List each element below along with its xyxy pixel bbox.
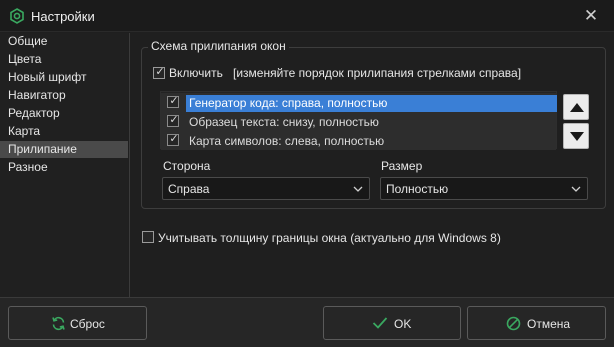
sidebar-item-editor[interactable]: Редактор — [0, 105, 128, 122]
chevron-down-icon — [571, 186, 581, 192]
sidebar-item-navigator[interactable]: Навигатор — [0, 87, 128, 104]
sidebar-item-map[interactable]: Карта — [0, 123, 128, 140]
docking-order-list[interactable]: ✓ Генератор кода: справа, полностью ✓ Об… — [160, 91, 557, 150]
sidebar-item-docking[interactable]: Прилипание — [0, 141, 128, 158]
border-thickness-label[interactable]: Учитывать толщину границы окна (актуальн… — [158, 231, 501, 245]
docking-scheme-title: Схема прилипания окон — [148, 39, 289, 53]
list-item-label: Образец текста: снизу, полностью — [189, 115, 379, 129]
enable-docking-checkbox[interactable]: ✓ — [153, 66, 165, 79]
list-item[interactable]: ✓ Генератор кода: справа, полностью — [161, 93, 557, 112]
list-item[interactable]: ✓ Образец текста: снизу, полностью — [161, 112, 556, 131]
size-label: Размер — [381, 159, 423, 173]
cancel-button-label: Отмена — [527, 317, 571, 331]
check-icon: ✓ — [169, 133, 179, 145]
checkmark-icon — [372, 317, 388, 329]
prohibited-icon — [506, 316, 521, 331]
sidebar-item-general[interactable]: Общие — [0, 33, 128, 50]
sidebar-item-misc[interactable]: Разное — [0, 159, 128, 176]
check-icon: ✓ — [155, 66, 165, 78]
gear-hexagon-icon — [10, 8, 24, 24]
ok-button-label: OK — [394, 317, 412, 331]
list-item-checkbox[interactable]: ✓ — [167, 114, 179, 127]
title-bar: Настройки ✕ — [0, 0, 614, 32]
enable-docking-label[interactable]: Включить — [169, 66, 223, 80]
reset-button[interactable]: Сброс — [8, 306, 147, 340]
size-select[interactable]: Полностью — [380, 177, 588, 200]
reset-button-label: Сброс — [70, 317, 105, 331]
cancel-button[interactable]: Отмена — [467, 306, 606, 340]
list-item-label: Генератор кода: справа, полностью — [186, 95, 557, 112]
list-item-checkbox[interactable]: ✓ — [167, 95, 179, 108]
sidebar-item-colors[interactable]: Цвета — [0, 51, 128, 68]
side-select-value: Справа — [168, 182, 210, 196]
check-icon: ✓ — [169, 95, 179, 107]
settings-sidebar: Общие Цвета Новый шрифт Навигатор Редакт… — [0, 33, 128, 297]
chevron-down-icon — [353, 186, 363, 192]
window-title: Настройки — [31, 9, 95, 24]
list-item[interactable]: ✓ Карта символов: слева, полностью — [161, 131, 556, 150]
move-down-button[interactable] — [563, 123, 589, 149]
refresh-icon — [52, 316, 65, 331]
triangle-up-icon — [570, 103, 584, 112]
check-icon: ✓ — [169, 114, 179, 126]
sidebar-item-new-font[interactable]: Новый шрифт — [0, 69, 128, 86]
border-thickness-checkbox[interactable] — [142, 231, 154, 243]
move-up-button[interactable] — [563, 94, 589, 120]
list-item-label: Карта символов: слева, полностью — [189, 134, 385, 148]
triangle-down-icon — [570, 132, 584, 141]
side-label: Сторона — [163, 159, 211, 173]
close-button[interactable]: ✕ — [577, 3, 605, 29]
ok-button[interactable]: OK — [323, 306, 461, 340]
sidebar-divider — [129, 33, 130, 297]
enable-docking-hint: [изменяйте порядок прилипания стрелками … — [233, 66, 522, 80]
list-item-checkbox[interactable]: ✓ — [167, 133, 179, 146]
side-select[interactable]: Справа — [162, 177, 370, 200]
size-select-value: Полностью — [386, 182, 449, 196]
